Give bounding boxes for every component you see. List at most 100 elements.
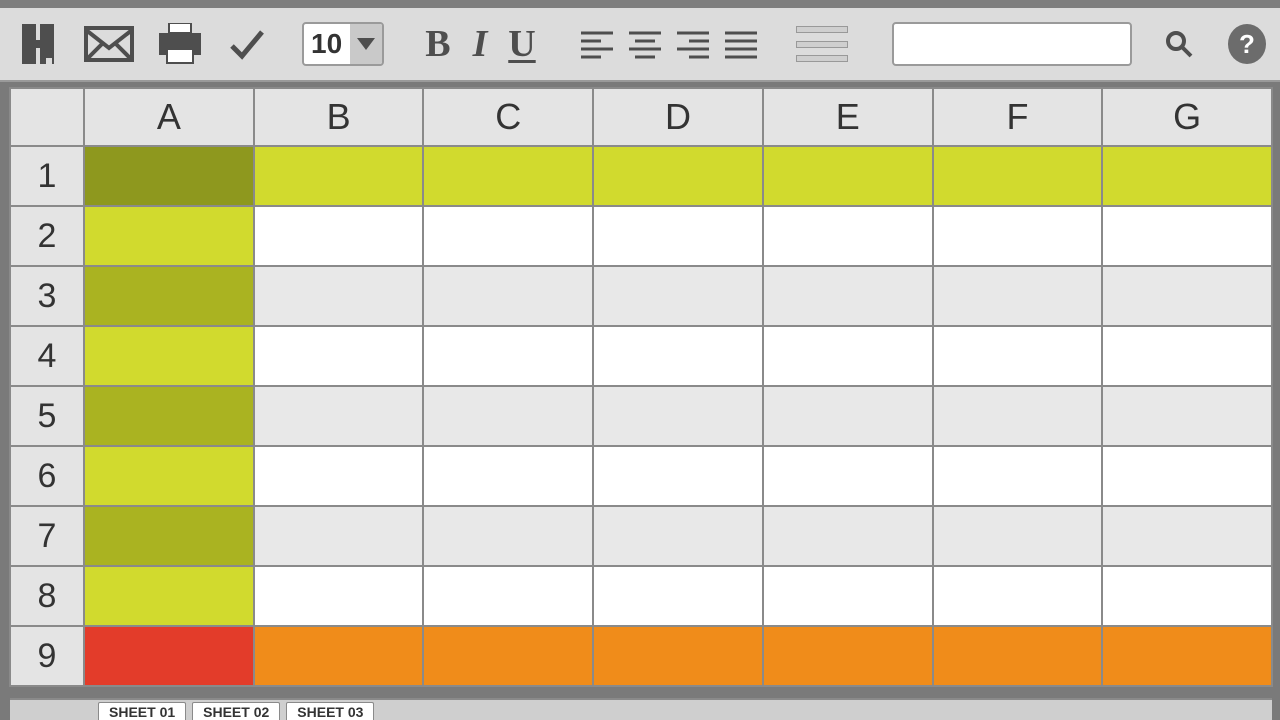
cell-A1[interactable] — [83, 145, 255, 207]
row-header-8[interactable]: 8 — [9, 565, 85, 627]
italic-button[interactable]: I — [460, 20, 500, 68]
font-size-select[interactable]: 10 — [302, 22, 384, 66]
cell-C4[interactable] — [422, 325, 594, 387]
cell-C7[interactable] — [422, 505, 594, 567]
column-header-B[interactable]: B — [253, 87, 425, 147]
underline-button[interactable]: U — [502, 20, 542, 68]
cell-B4[interactable] — [253, 325, 425, 387]
column-header-D[interactable]: D — [592, 87, 764, 147]
cell-A9[interactable] — [83, 625, 255, 687]
cell-F2[interactable] — [932, 205, 1104, 267]
cell-B8[interactable] — [253, 565, 425, 627]
column-header-F[interactable]: F — [932, 87, 1104, 147]
cell-A2[interactable] — [83, 205, 255, 267]
cell-G4[interactable] — [1101, 325, 1273, 387]
cell-D2[interactable] — [592, 205, 764, 267]
cell-C9[interactable] — [422, 625, 594, 687]
cell-B7[interactable] — [253, 505, 425, 567]
cell-F4[interactable] — [932, 325, 1104, 387]
row-header-4[interactable]: 4 — [9, 325, 85, 387]
cell-D9[interactable] — [592, 625, 764, 687]
sheet-tab-2[interactable]: SHEET 02 — [192, 702, 280, 720]
cell-D1[interactable] — [592, 145, 764, 207]
search-input[interactable] — [894, 34, 1142, 55]
cell-A5[interactable] — [83, 385, 255, 447]
cell-A7[interactable] — [83, 505, 255, 567]
column-header-C[interactable]: C — [422, 87, 594, 147]
cell-B3[interactable] — [253, 265, 425, 327]
cell-G3[interactable] — [1101, 265, 1273, 327]
cell-D6[interactable] — [592, 445, 764, 507]
align-left-button[interactable] — [574, 21, 620, 67]
cell-D4[interactable] — [592, 325, 764, 387]
cell-E7[interactable] — [762, 505, 934, 567]
column-header-E[interactable]: E — [762, 87, 934, 147]
save-button[interactable] — [14, 19, 62, 69]
cell-C3[interactable] — [422, 265, 594, 327]
cell-D3[interactable] — [592, 265, 764, 327]
bold-button[interactable]: B — [418, 20, 458, 68]
sheet-tab-3[interactable]: SHEET 03 — [286, 702, 374, 720]
row-header-5[interactable]: 5 — [9, 385, 85, 447]
cell-C8[interactable] — [422, 565, 594, 627]
cell-E1[interactable] — [762, 145, 934, 207]
column-header-G[interactable]: G — [1101, 87, 1273, 147]
cell-F8[interactable] — [932, 565, 1104, 627]
cell-F9[interactable] — [932, 625, 1104, 687]
cell-B2[interactable] — [253, 205, 425, 267]
cell-B6[interactable] — [253, 445, 425, 507]
align-justify-button[interactable] — [718, 21, 764, 67]
cell-F5[interactable] — [932, 385, 1104, 447]
cell-A3[interactable] — [83, 265, 255, 327]
row-header-2[interactable]: 2 — [9, 205, 85, 267]
cell-E3[interactable] — [762, 265, 934, 327]
mail-button[interactable] — [84, 19, 134, 69]
cell-D8[interactable] — [592, 565, 764, 627]
cell-E5[interactable] — [762, 385, 934, 447]
column-header-A[interactable]: A — [83, 87, 255, 147]
cell-G7[interactable] — [1101, 505, 1273, 567]
cell-G9[interactable] — [1101, 625, 1273, 687]
cell-D5[interactable] — [592, 385, 764, 447]
cell-F1[interactable] — [932, 145, 1104, 207]
cell-E9[interactable] — [762, 625, 934, 687]
row-header-9[interactable]: 9 — [9, 625, 85, 687]
search-button[interactable] — [1160, 8, 1198, 80]
sheet-tab-1[interactable]: SHEET 01 — [98, 702, 186, 720]
cell-E2[interactable] — [762, 205, 934, 267]
cell-E6[interactable] — [762, 445, 934, 507]
cell-C6[interactable] — [422, 445, 594, 507]
row-header-1[interactable]: 1 — [9, 145, 85, 207]
cell-C5[interactable] — [422, 385, 594, 447]
cell-F6[interactable] — [932, 445, 1104, 507]
cell-G6[interactable] — [1101, 445, 1273, 507]
cell-C2[interactable] — [422, 205, 594, 267]
cell-G1[interactable] — [1101, 145, 1273, 207]
cell-B9[interactable] — [253, 625, 425, 687]
cell-G2[interactable] — [1101, 205, 1273, 267]
cell-F3[interactable] — [932, 265, 1104, 327]
cell-D7[interactable] — [592, 505, 764, 567]
cell-B1[interactable] — [253, 145, 425, 207]
print-button[interactable] — [156, 19, 204, 69]
cell-A8[interactable] — [83, 565, 255, 627]
align-right-button[interactable] — [670, 21, 716, 67]
cell-A6[interactable] — [83, 445, 255, 507]
confirm-button[interactable] — [226, 19, 266, 69]
row-header-7[interactable]: 7 — [9, 505, 85, 567]
cell-E4[interactable] — [762, 325, 934, 387]
cell-fill-button[interactable] — [796, 26, 848, 62]
cell-C1[interactable] — [422, 145, 594, 207]
help-button[interactable]: ? — [1228, 24, 1266, 64]
row-header-3[interactable]: 3 — [9, 265, 85, 327]
cell-A4[interactable] — [83, 325, 255, 387]
row-header-6[interactable]: 6 — [9, 445, 85, 507]
cell-G5[interactable] — [1101, 385, 1273, 447]
select-all-corner[interactable] — [9, 87, 85, 147]
cell-F7[interactable] — [932, 505, 1104, 567]
align-center-button[interactable] — [622, 21, 668, 67]
cell-G8[interactable] — [1101, 565, 1273, 627]
cell-B5[interactable] — [253, 385, 425, 447]
cell-E8[interactable] — [762, 565, 934, 627]
chevron-down-icon[interactable] — [350, 24, 382, 64]
